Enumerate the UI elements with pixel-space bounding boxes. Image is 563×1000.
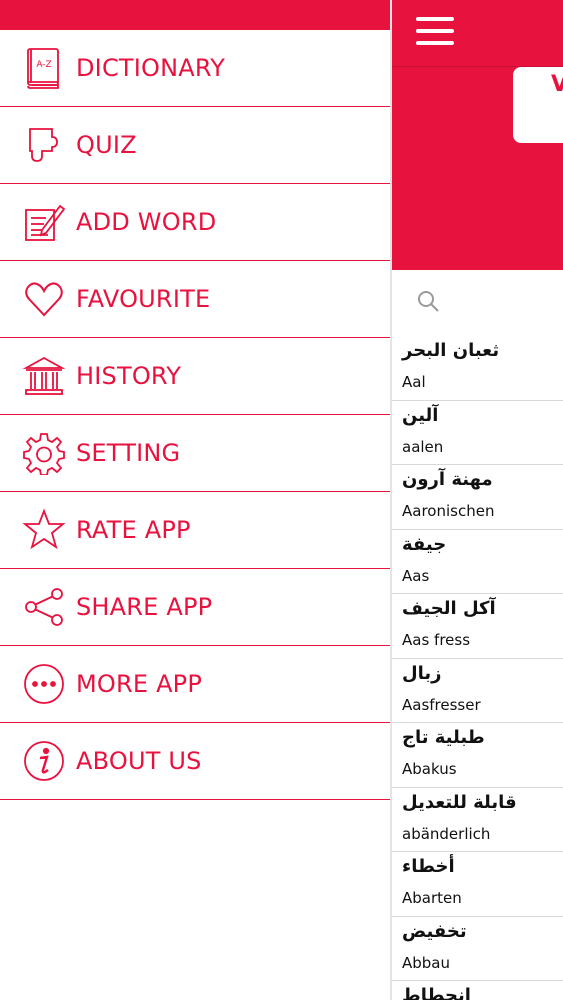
menu-item-label: ABOUT US — [76, 747, 202, 775]
word-arabic: مهنة آرون — [402, 469, 493, 490]
word-german: abänderlich — [402, 824, 491, 843]
hamburger-menu-icon[interactable] — [416, 17, 454, 49]
menu-item-label: HISTORY — [76, 362, 182, 390]
word-german: Abakus — [402, 760, 457, 778]
word-arabic: زبال — [402, 662, 442, 684]
word-german: Aal — [402, 373, 426, 391]
list-item[interactable]: انحطاط — [392, 981, 563, 1000]
word-german: Abarten — [402, 889, 462, 907]
word-german: Aas fress — [402, 631, 471, 649]
list-item[interactable]: آلين aalen — [392, 401, 563, 465]
dictionary-main-view: V ثعبان البحر Aal آلين aalen مهنة آرون A… — [390, 0, 563, 1000]
svg-text:A-Z: A-Z — [36, 60, 51, 70]
menu-item-label: ADD WORD — [76, 208, 217, 236]
list-item[interactable]: طبلية تاج Abakus — [392, 723, 563, 788]
menu-item-label: SHARE APP — [76, 593, 213, 621]
menu-item-label: QUIZ — [76, 131, 137, 159]
word-arabic: جيفة — [402, 533, 447, 555]
list-item[interactable]: مهنة آرون Aaronischen — [392, 465, 563, 530]
list-item[interactable]: أخطاء Abarten — [392, 852, 563, 917]
menu-item-setting[interactable]: SETTING — [0, 415, 390, 492]
word-arabic: أخطاء — [402, 856, 455, 877]
heart-icon — [22, 277, 66, 321]
search-input[interactable] — [404, 274, 563, 328]
word-german: aalen — [402, 437, 444, 456]
menu-item-about-us[interactable]: ABOUT US — [0, 723, 390, 800]
menu-item-label: DICTIONARY — [76, 54, 226, 82]
list-item[interactable]: تخفيض Abbau — [392, 917, 563, 981]
word-list: ثعبان البحر Aal آلين aalen مهنة آرون Aar… — [392, 336, 563, 1000]
word-german: Aas — [402, 566, 430, 585]
word-german: Abbau — [402, 953, 451, 972]
side-menu: A-Z DICTIONARY QUIZ ADD WORD FAVOURITE H… — [0, 0, 390, 1000]
menu-item-label: SETTING — [76, 439, 181, 467]
word-german: Aasfresser — [402, 695, 481, 714]
word-arabic: ثعبان البحر — [402, 340, 500, 361]
menu-item-label: RATE APP — [76, 516, 191, 544]
menu-item-history[interactable]: HISTORY — [0, 338, 390, 415]
puzzle-piece-icon — [22, 123, 66, 167]
word-arabic: قابلة للتعديل — [402, 791, 517, 813]
word-german: Aaronischen — [402, 502, 495, 520]
word-arabic: آلين — [402, 404, 439, 426]
menu-item-label: MORE APP — [76, 670, 203, 698]
menu-item-share-app[interactable]: SHARE APP — [0, 569, 390, 646]
search-icon — [416, 289, 440, 313]
list-item[interactable]: قابلة للتعديل abänderlich — [392, 788, 563, 852]
word-arabic: آكل الجيف — [402, 598, 496, 619]
menu-item-dictionary[interactable]: A-Z DICTIONARY — [0, 30, 390, 107]
gear-icon — [22, 431, 66, 476]
menu-item-rate-app[interactable]: RATE APP — [0, 492, 390, 569]
menu-status-bar — [0, 0, 390, 30]
menu-item-favourite[interactable]: FAVOURITE — [0, 261, 390, 338]
menu-item-add-word[interactable]: ADD WORD — [0, 184, 390, 261]
share-icon — [22, 585, 66, 629]
word-arabic: انحطاط — [402, 985, 471, 1000]
dictionary-book-icon: A-Z — [22, 46, 66, 90]
star-icon — [22, 508, 66, 552]
edit-note-icon — [22, 200, 66, 244]
word-arabic: تخفيض — [402, 920, 467, 942]
menu-item-label: FAVOURITE — [76, 285, 211, 313]
menu-item-quiz[interactable]: QUIZ — [0, 107, 390, 184]
menu-item-more-app[interactable]: MORE APP — [0, 646, 390, 723]
nav-bar — [392, 0, 563, 67]
card-letter: V — [551, 72, 563, 97]
info-icon — [22, 739, 66, 783]
list-item[interactable]: زبال Aasfresser — [392, 659, 563, 723]
word-arabic: طبلية تاج — [402, 727, 485, 748]
list-item[interactable]: جيفة Aas — [392, 530, 563, 594]
list-item[interactable]: آكل الجيف Aas fress — [392, 594, 563, 659]
list-item[interactable]: ثعبان البحر Aal — [392, 336, 563, 401]
museum-icon — [22, 354, 66, 398]
more-dots-icon — [22, 662, 66, 706]
